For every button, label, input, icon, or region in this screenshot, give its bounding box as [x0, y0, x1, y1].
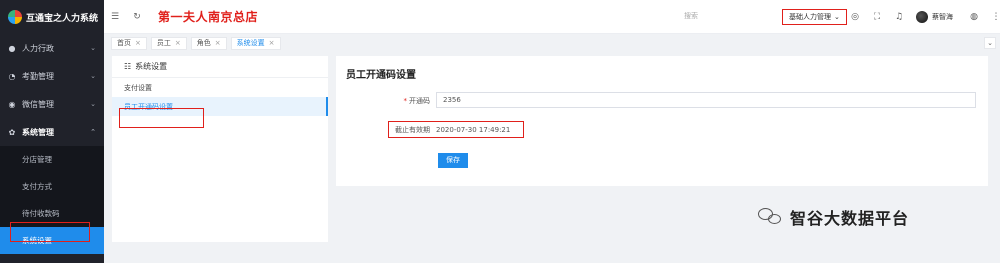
sidebar-menu: ● 人力行政 ⌄ ◔ 考勤管理 ⌄ ◉ 微信管理 ⌄ ✿ 系统管理 ⌃ [0, 34, 104, 146]
sidebar-subitem-settings[interactable]: 系统设置 [0, 227, 104, 254]
settings-nav-title: 系统设置 [135, 62, 168, 71]
store-title: 第一夫人南京总店 [158, 10, 259, 24]
module-select-value: 基础人力管理 [789, 13, 831, 21]
sidebar-item-label: 人力行政 [22, 43, 54, 53]
chevron-down-icon: ⌄ [90, 44, 96, 52]
sidebar-item-attendance[interactable]: ◔ 考勤管理 ⌄ [0, 62, 104, 90]
clock-icon: ◔ [8, 71, 16, 81]
sidebar-item-wechat[interactable]: ◉ 微信管理 ⌄ [0, 90, 104, 118]
app-name: 互通宝之人力系统 [26, 13, 99, 24]
chevron-down-icon[interactable]: ⌄ [984, 37, 996, 49]
tab-label: 首页 [117, 39, 131, 47]
wechat-icon [758, 208, 784, 226]
app-logo[interactable]: 互通宝之人力系统 [0, 0, 104, 34]
save-button[interactable]: 保存 [438, 153, 468, 168]
search-input[interactable]: 搜索 [684, 11, 698, 21]
settings-nav-header: ☷ 系统设置 [112, 56, 328, 78]
target-icon[interactable]: ◎ [844, 12, 866, 22]
refresh-icon[interactable]: ↻ [126, 12, 148, 22]
employee-code-form: 员工开通码设置 * 开通码 2356 截止有效期 2020-07-30 17:49… [336, 56, 988, 186]
sidebar-item-hr-admin[interactable]: ● 人力行政 ⌄ [0, 34, 104, 62]
list-icon: ☷ [124, 62, 132, 71]
sidebar-subitem-payment[interactable]: 支付方式 [0, 173, 104, 200]
tabs-bar: 首页 × 员工 × 角色 × 系统设置 × ⌄ [104, 34, 1000, 52]
watermark-text: 智谷大数据平台 [790, 209, 910, 228]
form-title: 员工开通码设置 [346, 70, 416, 81]
expiry-value: 2020-07-30 17:49:21 [436, 125, 511, 134]
tab-role[interactable]: 角色 × [190, 36, 227, 50]
tab-label: 员工 [156, 39, 171, 47]
code-label-text: 开通码 [409, 97, 430, 105]
expiry-label: 截止有效期 [395, 125, 430, 134]
topbar: ☰ ↻ 第一夫人南京总店 搜索 基础人力管理 ⌄ ◎ ⛶ ♫ 蔡智海 ◍ ⋮ [104, 0, 1000, 34]
code-input[interactable]: 2356 [436, 92, 976, 108]
expiry-field: 截止有效期 2020-07-30 17:49:21 [388, 121, 524, 138]
chevron-down-icon: ⌄ [90, 72, 96, 80]
watermark: 智谷大数据平台 [758, 205, 909, 229]
chevron-up-icon: ⌃ [90, 128, 96, 136]
main-content: ☷ 系统设置 支付设置 员工开通码设置 员工开通码设置 * 开通码 2356 截止… [104, 52, 1000, 263]
tab-label: 角色 [196, 39, 211, 47]
more-icon[interactable]: ⋮ [985, 12, 1000, 22]
module-select[interactable]: 基础人力管理 ⌄ [782, 9, 847, 25]
tab-label: 系统设置 [236, 39, 265, 47]
sidebar-item-system[interactable]: ✿ 系统管理 ⌃ [0, 118, 104, 146]
chevron-down-icon: ⌄ [834, 13, 840, 21]
sidebar-item-label: 系统管理 [22, 127, 54, 137]
fullscreen-icon[interactable]: ⛶ [866, 12, 888, 22]
sidebar: 互通宝之人力系统 ● 人力行政 ⌄ ◔ 考勤管理 ⌄ ◉ 微信管理 ⌄ ✿ 系统… [0, 0, 104, 263]
topbar-actions: ◎ ⛶ ♫ 蔡智海 ◍ ⋮ [844, 0, 1000, 34]
sidebar-subitem-pending-code[interactable]: 待付收款码 [0, 200, 104, 227]
tab-home[interactable]: 首页 × [111, 36, 147, 50]
bell-icon[interactable]: ♫ [888, 12, 910, 22]
close-icon[interactable]: × [175, 39, 181, 47]
settings-nav-payment[interactable]: 支付设置 [112, 78, 328, 97]
sidebar-item-label: 微信管理 [22, 99, 54, 109]
wechat-icon: ◉ [8, 99, 16, 109]
sidebar-subitem-branch[interactable]: 分店管理 [0, 146, 104, 173]
gear-icon: ✿ [8, 127, 16, 137]
code-label: * 开通码 [370, 96, 431, 106]
chevron-down-icon: ⌄ [90, 100, 96, 108]
required-mark: * [403, 97, 408, 105]
settings-nav-employee-code[interactable]: 员工开通码设置 [112, 97, 328, 116]
globe-icon[interactable]: ◍ [963, 12, 985, 22]
user-name[interactable]: 蔡智海 [932, 12, 953, 22]
logo-icon [8, 10, 22, 24]
settings-nav-panel: ☷ 系统设置 支付设置 员工开通码设置 [112, 56, 328, 242]
menu-toggle-icon[interactable]: ☰ [104, 12, 126, 22]
team-icon: ● [8, 43, 16, 53]
tab-employee[interactable]: 员工 × [150, 36, 187, 50]
system-submenu: 分店管理 支付方式 待付收款码 系统设置 [0, 146, 104, 254]
close-icon[interactable]: × [269, 39, 275, 47]
close-icon[interactable]: × [135, 39, 141, 47]
close-icon[interactable]: × [215, 39, 221, 47]
app-root: 互通宝之人力系统 ● 人力行政 ⌄ ◔ 考勤管理 ⌄ ◉ 微信管理 ⌄ ✿ 系统… [0, 0, 1000, 263]
avatar[interactable] [916, 11, 928, 23]
tab-settings[interactable]: 系统设置 × [230, 36, 281, 50]
sidebar-item-label: 考勤管理 [22, 71, 54, 81]
